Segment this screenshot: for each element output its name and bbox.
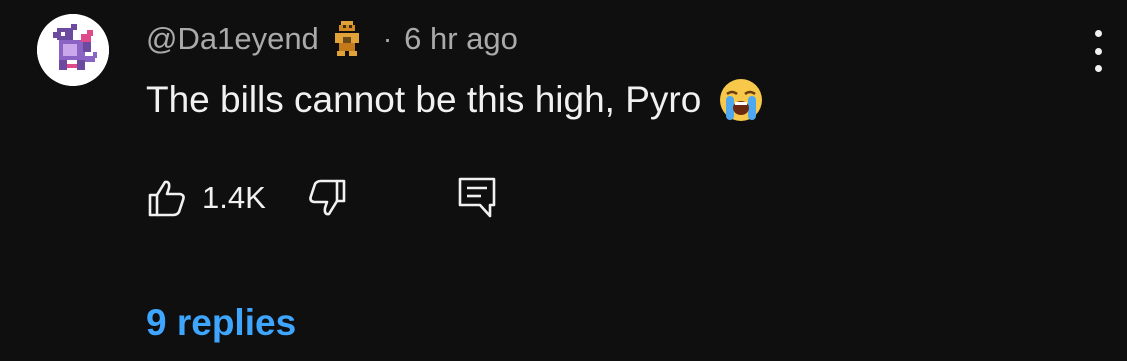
comment-text: The bills cannot be this high, Pyro xyxy=(146,79,702,120)
menu-dot xyxy=(1094,30,1102,37)
thumbs-up-icon xyxy=(148,180,185,217)
thumbs-down-icon xyxy=(308,179,346,216)
author-handle[interactable]: @Da1eyend xyxy=(146,21,319,57)
reply-comment-icon xyxy=(458,177,496,218)
loudly-crying-face-icon xyxy=(717,76,765,124)
more-vertical-icon[interactable] xyxy=(1083,30,1113,72)
member-badge-icon xyxy=(331,19,363,59)
like-button[interactable]: 1.4K xyxy=(146,177,266,219)
menu-dot xyxy=(1094,65,1102,72)
comment-actions: 1.4K xyxy=(146,175,498,221)
reply-button[interactable] xyxy=(456,175,498,221)
view-replies-link[interactable]: 9 replies xyxy=(146,302,296,344)
header-separator: · xyxy=(382,23,393,54)
like-count: 1.4K xyxy=(202,180,266,215)
menu-dot xyxy=(1094,47,1102,55)
comment-header: @Da1eyend · 6 hr ago xyxy=(146,18,518,60)
comment-timestamp[interactable]: 6 hr ago xyxy=(404,21,518,57)
dislike-button[interactable] xyxy=(306,177,348,219)
pixel-dragon-avatar-icon xyxy=(37,14,109,86)
comment-text-row: The bills cannot be this high, Pyro xyxy=(146,74,765,126)
avatar[interactable] xyxy=(37,14,109,86)
